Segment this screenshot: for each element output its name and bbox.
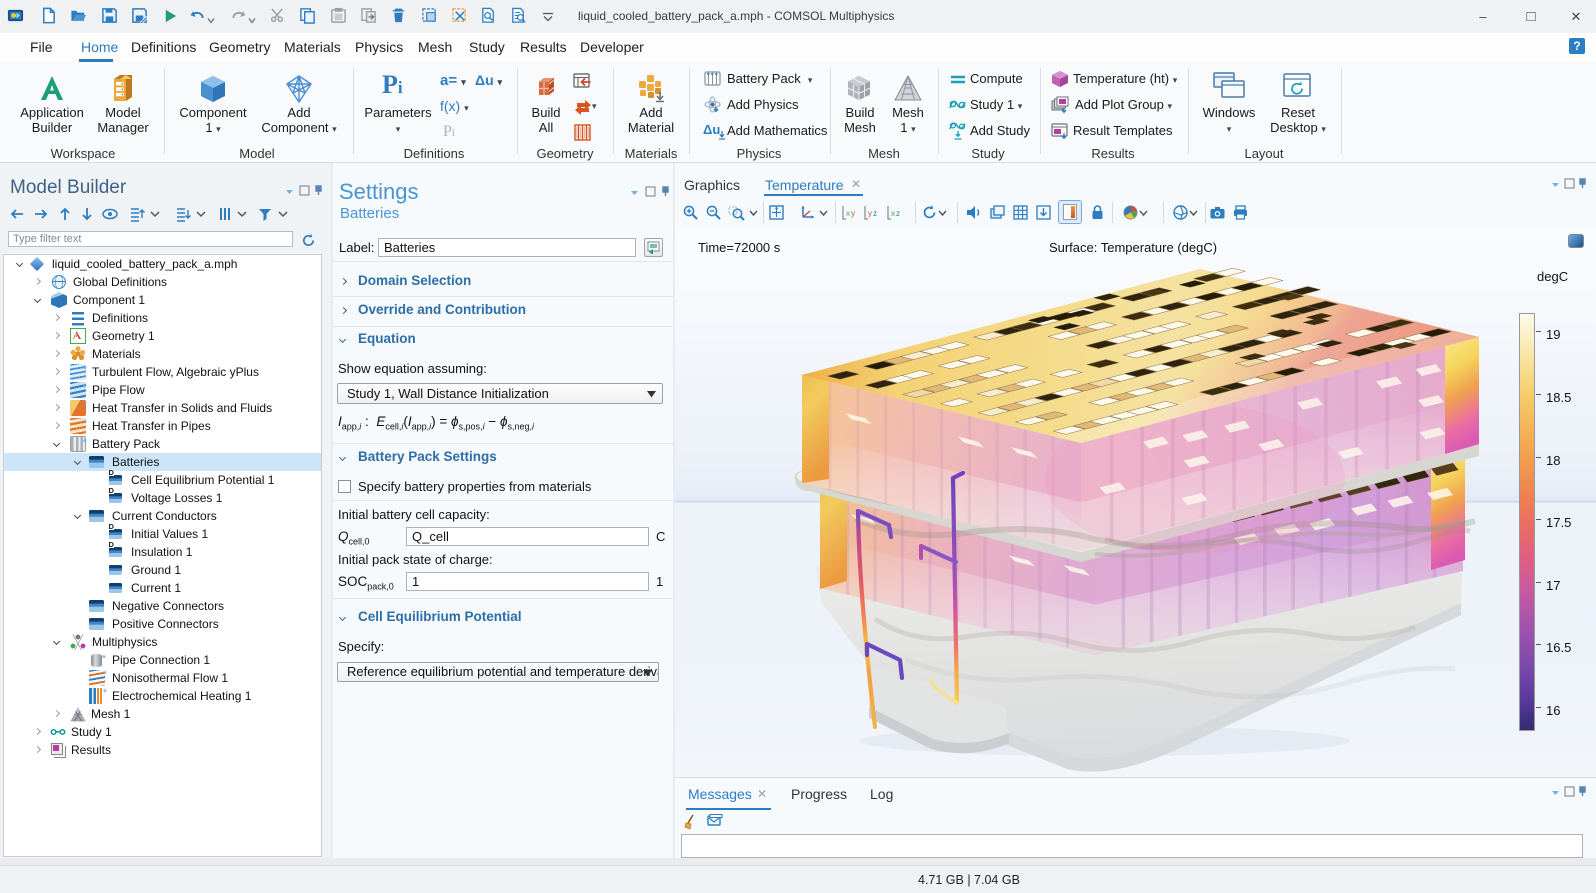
svg-text:x: x bbox=[846, 209, 850, 218]
svg-text:y: y bbox=[851, 209, 855, 218]
svg-text:x: x bbox=[891, 209, 895, 218]
svg-text:y: y bbox=[868, 209, 872, 218]
svg-text:z: z bbox=[896, 209, 900, 218]
svg-text:z: z bbox=[873, 209, 877, 218]
